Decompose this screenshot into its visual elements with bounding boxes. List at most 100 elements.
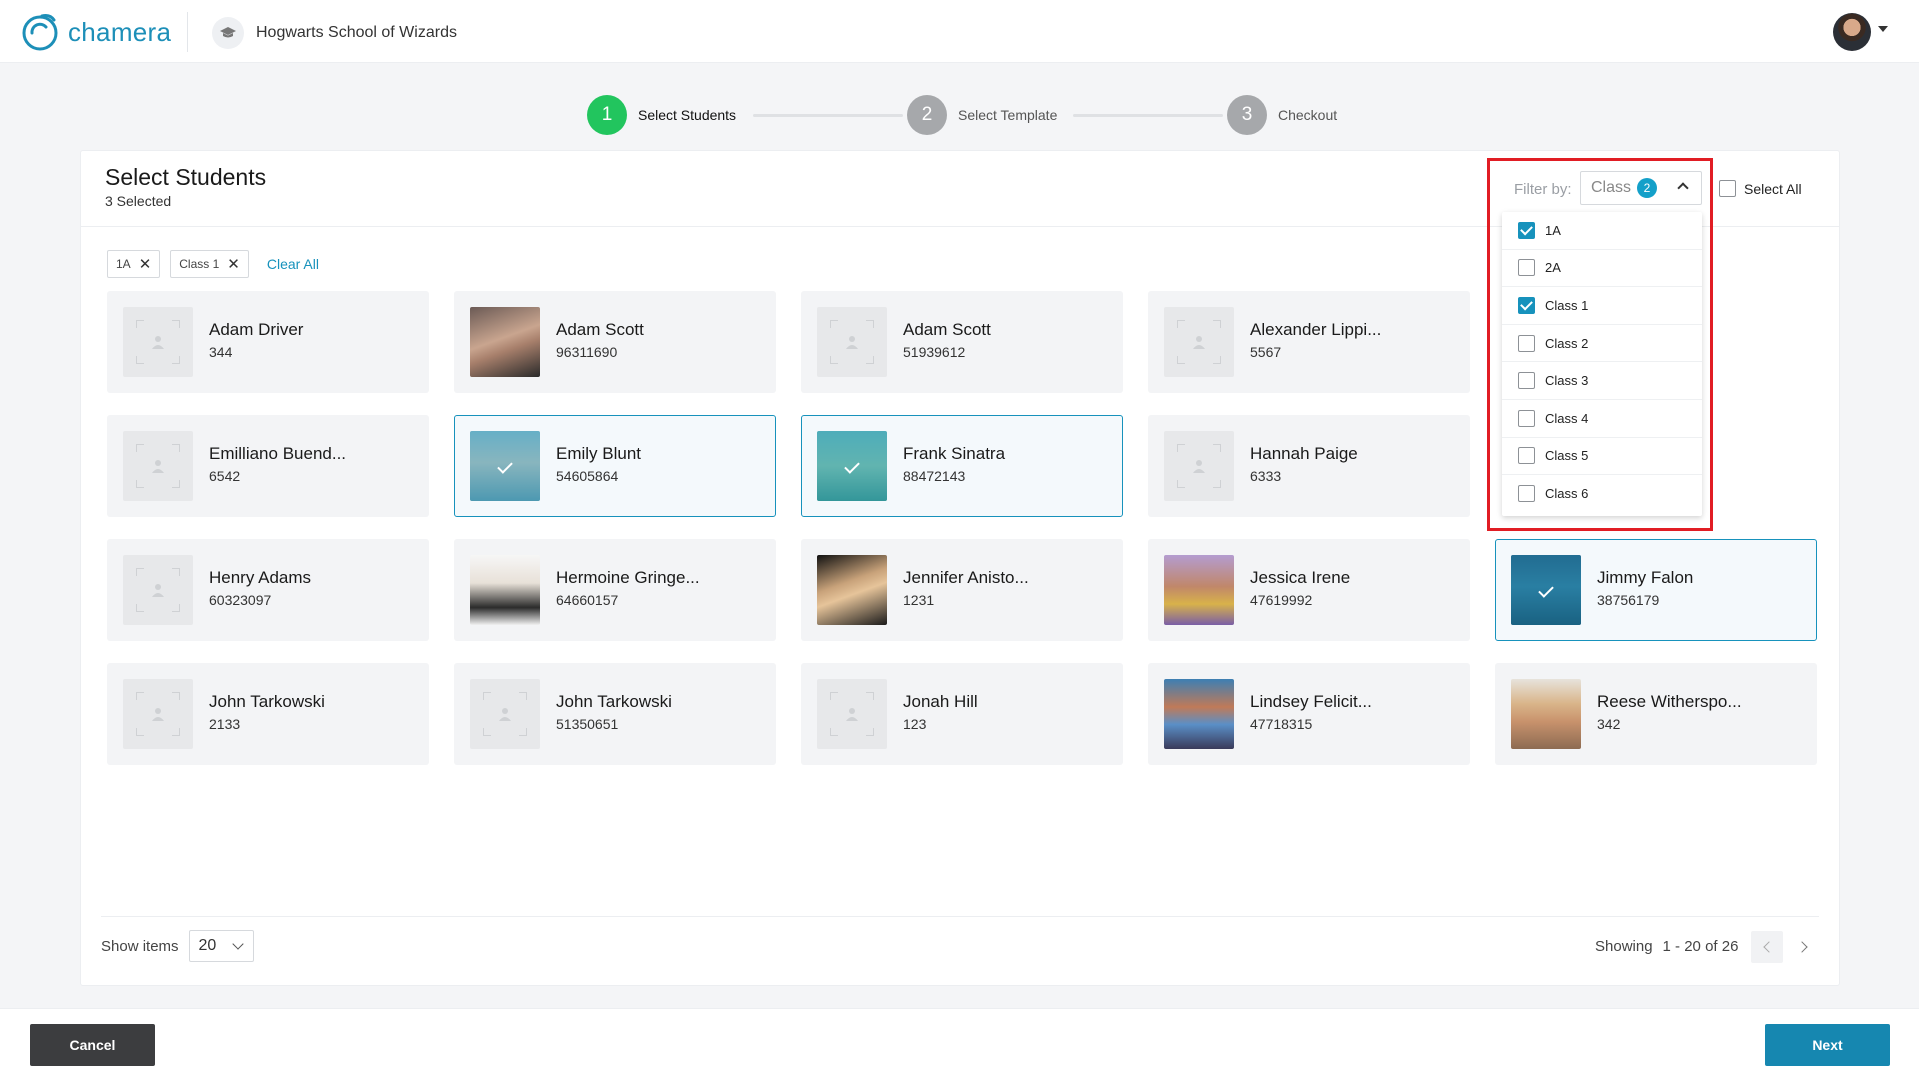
user-avatar[interactable] <box>1833 13 1871 51</box>
checkbox-icon[interactable] <box>1518 372 1535 390</box>
student-photo <box>817 555 887 625</box>
student-name: Jessica Irene <box>1250 568 1351 587</box>
student-name: Lindsey Felicit... <box>1250 692 1372 711</box>
checkbox-icon[interactable] <box>1518 409 1535 427</box>
student-name: Emilliano Buend... <box>209 444 347 463</box>
student-card[interactable]: Hannah Paige 6333 <box>1148 415 1470 517</box>
student-photo <box>1164 679 1234 749</box>
student-card[interactable]: John Tarkowski 51350651 <box>454 663 776 765</box>
school-selector[interactable]: Hogwarts School of Wizards <box>212 17 457 49</box>
student-name: Hermoine Gringe... <box>556 568 700 587</box>
chevron-down-icon <box>231 938 244 950</box>
student-card[interactable]: Jennifer Anisto... 1231 <box>801 539 1123 641</box>
pagination-controls <box>1751 931 1819 963</box>
cancel-button[interactable]: Cancel <box>30 1024 155 1066</box>
caret-down-icon[interactable] <box>1878 26 1888 32</box>
student-id: 88472143 <box>903 468 966 484</box>
student-card[interactable]: Emilliano Buend... 6542 <box>107 415 429 517</box>
previous-page-button[interactable] <box>1751 931 1783 963</box>
checkbox-icon[interactable] <box>1719 180 1736 197</box>
student-name: John Tarkowski <box>209 692 325 711</box>
photo-placeholder-icon <box>817 307 887 377</box>
class-option[interactable]: 2A <box>1502 250 1702 288</box>
photo-placeholder-icon <box>1164 307 1234 377</box>
student-id: 2133 <box>209 716 241 732</box>
checkbox-icon[interactable] <box>1518 485 1535 503</box>
next-button[interactable]: Next <box>1765 1024 1890 1066</box>
items-per-page-select[interactable]: 20 <box>188 930 254 962</box>
student-photo <box>470 307 540 377</box>
student-card[interactable]: Lindsey Felicit... 47718315 <box>1148 663 1470 765</box>
photo-placeholder-icon <box>123 431 193 501</box>
selected-count: 3 Selected <box>105 193 172 209</box>
student-id: 64660157 <box>556 592 619 608</box>
top-bar: chamera Hogwarts School of Wizards <box>0 0 1919 63</box>
checkbox-icon[interactable] <box>1518 296 1535 314</box>
checkmark-icon <box>817 431 887 501</box>
student-card[interactable]: Jessica Irene 47619992 <box>1148 539 1470 641</box>
student-id: 96311690 <box>556 344 618 360</box>
student-photo <box>470 555 540 625</box>
class-option[interactable]: Class 5 <box>1502 438 1702 476</box>
student-card[interactable]: Frank Sinatra 88472143 <box>801 415 1123 517</box>
step-label: Checkout <box>1278 107 1338 123</box>
photo-placeholder-icon <box>123 679 193 749</box>
checkbox-icon[interactable] <box>1518 259 1535 277</box>
pagination-summary: Showing 1 - 20 of 26 <box>1595 938 1738 955</box>
student-card[interactable]: Adam Scott 96311690 <box>454 291 776 393</box>
step-select-students: 1 Select Students <box>587 95 736 135</box>
checkbox-icon[interactable] <box>1518 447 1535 465</box>
showing-range: 1 - 20 of 26 <box>1662 938 1739 955</box>
student-card[interactable]: Henry Adams 60323097 <box>107 539 429 641</box>
student-card[interactable]: Adam Scott 51939612 <box>801 291 1123 393</box>
class-option-label: Class 3 <box>1545 373 1589 389</box>
next-page-button[interactable] <box>1787 931 1819 963</box>
student-id: 60323097 <box>209 592 272 608</box>
class-option[interactable]: Class 1 <box>1502 287 1702 325</box>
footer-divider <box>101 916 1819 917</box>
filter-class-select[interactable]: Class 2 <box>1580 171 1702 205</box>
student-id: 342 <box>1597 716 1621 732</box>
class-option[interactable]: Class 3 <box>1502 362 1702 400</box>
student-card[interactable]: John Tarkowski 2133 <box>107 663 429 765</box>
student-name: Adam Scott <box>556 320 644 339</box>
student-id: 5567 <box>1250 344 1282 360</box>
student-card[interactable]: Jimmy Falon 38756179 <box>1495 539 1817 641</box>
clear-all-link[interactable]: Clear All <box>267 256 319 272</box>
student-card[interactable]: Alexander Lippi... 5567 <box>1148 291 1470 393</box>
class-option[interactable]: Class 4 <box>1502 400 1702 438</box>
step-connector <box>753 114 903 117</box>
chip-label: Class 1 <box>179 257 220 271</box>
close-icon[interactable]: ✕ <box>139 257 152 272</box>
photo-placeholder-icon <box>123 555 193 625</box>
checkbox-icon[interactable] <box>1518 221 1535 239</box>
showing-label: Showing <box>1595 938 1653 955</box>
step-select-template: 2 Select Template <box>907 95 1057 135</box>
student-name: Jonah Hill <box>903 692 978 711</box>
class-filter-dropdown: 1A 2A Class 1 Class 2 Class 3 Class 4 Class 5 C… <box>1502 212 1702 516</box>
student-card[interactable]: Hermoine Gringe... 64660157 <box>454 539 776 641</box>
class-option-label: Class 2 <box>1545 335 1589 351</box>
photo-placeholder-icon <box>123 307 193 377</box>
student-name: John Tarkowski <box>556 692 672 711</box>
student-name: Jennifer Anisto... <box>903 568 1029 587</box>
student-card[interactable]: Jonah Hill 123 <box>801 663 1123 765</box>
student-name: Adam Driver <box>209 320 304 339</box>
app-logo[interactable]: chamera <box>20 11 171 53</box>
class-option[interactable]: Class 2 <box>1502 325 1702 363</box>
student-card[interactable]: Adam Driver 344 <box>107 291 429 393</box>
student-name: Hannah Paige <box>1250 444 1358 463</box>
checkout-stepper: 1 Select Students 2 Select Template 3 Ch… <box>587 95 1347 135</box>
select-all-checkbox[interactable]: Select All <box>1719 180 1802 197</box>
checkmark-icon <box>1511 555 1581 625</box>
class-option[interactable]: 1A <box>1502 212 1702 250</box>
student-card[interactable]: Reese Witherspo... 342 <box>1495 663 1817 765</box>
step-number: 3 <box>1227 95 1267 135</box>
checkbox-icon[interactable] <box>1518 334 1535 352</box>
student-id: 344 <box>209 344 233 360</box>
close-icon[interactable]: ✕ <box>227 257 240 272</box>
class-option[interactable]: Class 6 <box>1502 475 1702 513</box>
student-card[interactable]: Emily Blunt 54605864 <box>454 415 776 517</box>
student-name: Adam Scott <box>903 320 991 339</box>
student-id: 47718315 <box>1250 716 1313 732</box>
